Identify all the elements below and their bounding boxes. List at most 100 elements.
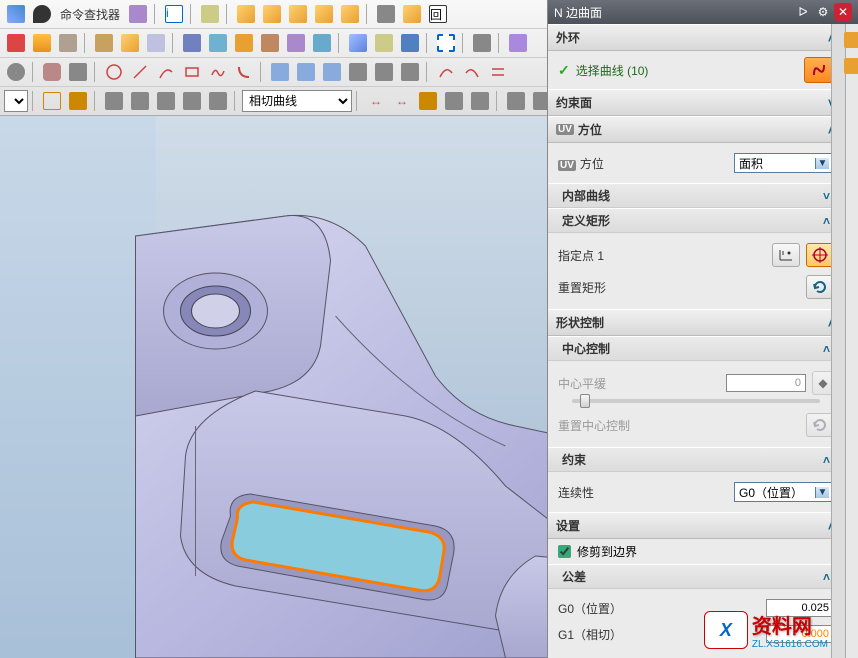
settings-header[interactable]: 设置 ˄: [548, 512, 844, 539]
slider-thumb[interactable]: [580, 394, 590, 408]
surf1-icon[interactable]: [268, 60, 292, 84]
reset-center-label: 重置中心控制: [558, 417, 800, 434]
cube2-icon[interactable]: [260, 2, 284, 26]
close-icon[interactable]: ✕: [834, 3, 852, 21]
uv-direction-header[interactable]: UV 方位 ˄: [548, 116, 844, 143]
uv-direction-select[interactable]: 面积 ▼: [734, 153, 834, 173]
feat9-icon[interactable]: [232, 31, 256, 55]
curve1-icon[interactable]: [4, 60, 28, 84]
feat4-icon[interactable]: [92, 31, 116, 55]
feat15-icon[interactable]: [398, 31, 422, 55]
filter5-icon[interactable]: [206, 89, 230, 113]
reset-icon: [811, 417, 829, 433]
pin-icon[interactable]: ᐅ: [794, 3, 812, 21]
trim-boundary-row: 修剪到边界: [548, 539, 844, 564]
curve-type-button[interactable]: [804, 57, 834, 83]
shape-control-header[interactable]: 形状控制 ˄: [548, 309, 844, 336]
dim2-icon[interactable]: ↔: [390, 89, 414, 113]
tb-icon-purple[interactable]: [126, 2, 150, 26]
curve2-icon[interactable]: [40, 60, 64, 84]
cube3-icon[interactable]: [286, 2, 310, 26]
feat17-icon[interactable]: [506, 31, 530, 55]
sketch-line-icon[interactable]: [128, 60, 152, 84]
filter-select-1[interactable]: [4, 90, 28, 112]
info-icon[interactable]: i: [162, 2, 186, 26]
sketch-round-icon[interactable]: [232, 60, 256, 84]
curve3-icon[interactable]: [66, 60, 90, 84]
surf2-icon[interactable]: [294, 60, 318, 84]
surf4-icon[interactable]: [346, 60, 370, 84]
cube6-icon[interactable]: [400, 2, 424, 26]
center-slider[interactable]: [558, 399, 834, 409]
chevron-up-icon: ˄: [823, 570, 830, 584]
feat13-icon[interactable]: [346, 31, 370, 55]
panel-titlebar[interactable]: N 边曲面 ᐅ ⚙ ✕: [548, 0, 858, 24]
finder-icon[interactable]: [30, 2, 54, 26]
filter1-icon[interactable]: [102, 89, 126, 113]
panel-scrollbar[interactable]: [831, 24, 845, 658]
undo-button[interactable]: [4, 2, 28, 26]
select-frame-icon[interactable]: [434, 31, 458, 55]
feat12-icon[interactable]: [310, 31, 334, 55]
cube1-icon[interactable]: [234, 2, 258, 26]
feat14-icon[interactable]: [372, 31, 396, 55]
specify-point-label: 指定点 1: [558, 247, 766, 264]
target-button[interactable]: [806, 243, 834, 267]
side-icon-1[interactable]: [842, 30, 858, 50]
dim5-icon[interactable]: [468, 89, 492, 113]
tolerance-header[interactable]: 公差 ˄: [548, 564, 844, 589]
align-icon[interactable]: [374, 2, 398, 26]
tangent-curve-select[interactable]: 相切曲线: [242, 90, 352, 112]
dim3-icon[interactable]: [416, 89, 440, 113]
tool1-icon[interactable]: [504, 89, 528, 113]
constraint-header[interactable]: 约束 ˄: [548, 447, 844, 472]
curve-b1-icon[interactable]: [434, 60, 458, 84]
feat7-icon[interactable]: [180, 31, 204, 55]
side-icon-2[interactable]: [842, 56, 858, 76]
chevron-up-icon: ˄: [823, 342, 830, 356]
feat6-icon[interactable]: [144, 31, 168, 55]
feat2-icon[interactable]: [30, 31, 54, 55]
sketch-circle-icon[interactable]: [102, 60, 126, 84]
trim-boundary-checkbox[interactable]: [558, 545, 571, 558]
dim1-icon[interactable]: ↔: [364, 89, 388, 113]
wire-icon[interactable]: [40, 89, 64, 113]
filter3-icon[interactable]: [154, 89, 178, 113]
continuity-select[interactable]: G0（位置） ▼: [734, 482, 834, 502]
define-rect-header[interactable]: 定义矩形 ˄: [548, 208, 844, 233]
cube4-icon[interactable]: [312, 2, 336, 26]
reset-rect-button[interactable]: [806, 275, 834, 299]
gear-icon[interactable]: ⚙: [814, 3, 832, 21]
point-picker-button[interactable]: [772, 243, 800, 267]
text-icon[interactable]: 回: [426, 2, 450, 26]
feat1-icon[interactable]: [4, 31, 28, 55]
surf5-icon[interactable]: [372, 60, 396, 84]
chevron-up-icon: ˄: [823, 453, 830, 467]
feat3-icon[interactable]: [56, 31, 80, 55]
feat10-icon[interactable]: [258, 31, 282, 55]
filter2-icon[interactable]: [128, 89, 152, 113]
filter4-icon[interactable]: [180, 89, 204, 113]
constraint-face-header[interactable]: 约束面 ˅: [548, 89, 844, 116]
sketch-spline-icon[interactable]: [206, 60, 230, 84]
feat11-icon[interactable]: [284, 31, 308, 55]
sketch-arc-icon[interactable]: [154, 60, 178, 84]
center-control-header[interactable]: 中心控制 ˄: [548, 336, 844, 361]
inner-curve-header[interactable]: 内部曲线 ˅: [548, 183, 844, 208]
move-icon[interactable]: [198, 2, 222, 26]
sketch-rect-icon[interactable]: [180, 60, 204, 84]
feat5-icon[interactable]: [118, 31, 142, 55]
surf6-icon[interactable]: [398, 60, 422, 84]
curve-b3-icon[interactable]: [486, 60, 510, 84]
feat8-icon[interactable]: [206, 31, 230, 55]
surf3-icon[interactable]: [320, 60, 344, 84]
cube5-icon[interactable]: [338, 2, 362, 26]
trim-boundary-label: 修剪到边界: [577, 543, 637, 560]
curve-b2-icon[interactable]: [460, 60, 484, 84]
uv-direction-row: UV方位 面积 ▼: [558, 149, 834, 177]
shade-icon[interactable]: [66, 89, 90, 113]
dim4-icon[interactable]: [442, 89, 466, 113]
uv-badge: UV: [556, 124, 574, 135]
feat16-icon[interactable]: [470, 31, 494, 55]
outer-loop-header[interactable]: 外环 ˄: [548, 24, 844, 51]
